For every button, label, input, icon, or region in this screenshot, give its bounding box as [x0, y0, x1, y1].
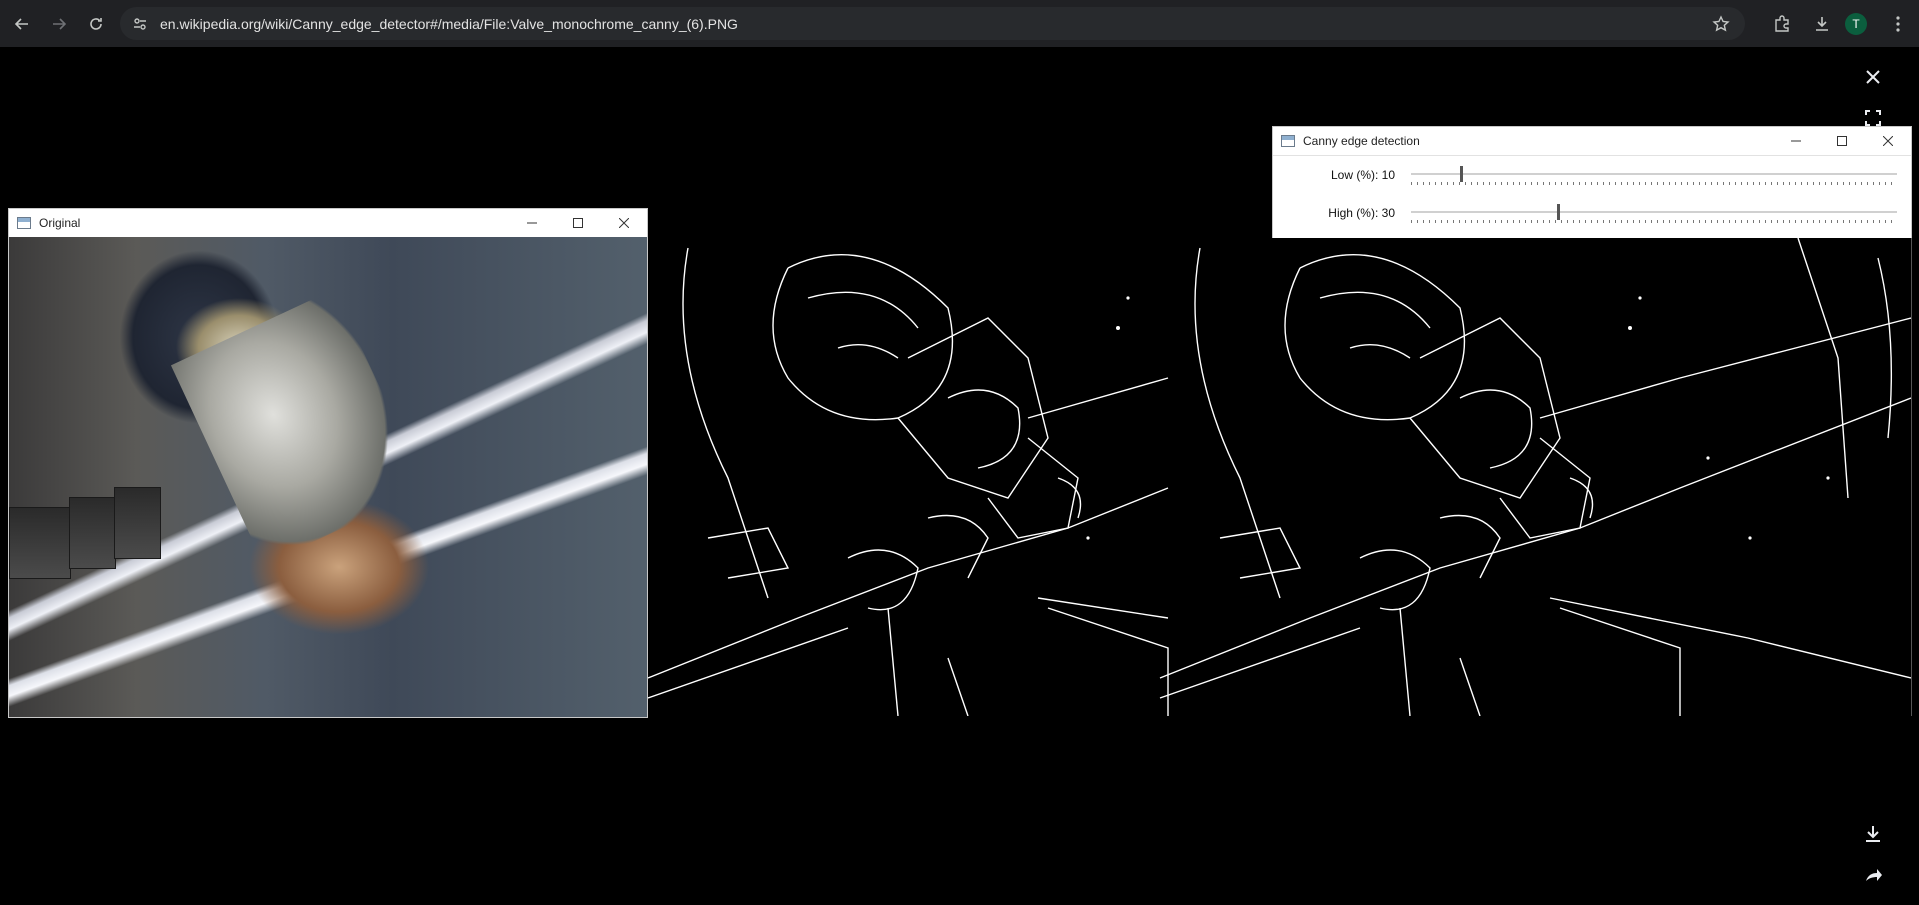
puzzle-icon	[1775, 14, 1789, 32]
window-app-icon	[1281, 135, 1295, 147]
site-info-button[interactable]	[130, 14, 150, 34]
close-button[interactable]	[601, 209, 647, 237]
download-file-button[interactable]	[1856, 817, 1890, 851]
low-threshold-thumb[interactable]	[1459, 166, 1463, 182]
maximize-button[interactable]	[1819, 127, 1865, 155]
minimize-icon	[1791, 140, 1801, 142]
slider-track	[1411, 211, 1897, 213]
forward-button[interactable]	[44, 9, 74, 39]
close-icon	[1866, 70, 1880, 84]
original-window-title: Original	[39, 216, 81, 230]
reload-icon	[90, 17, 102, 30]
back-arrow-icon	[14, 17, 28, 30]
edge-lines	[648, 238, 1911, 716]
close-viewer-button[interactable]	[1856, 60, 1890, 94]
slider-ticks	[1411, 220, 1897, 223]
downloads-button[interactable]	[1805, 7, 1839, 41]
window-app-icon	[17, 217, 31, 229]
share-icon	[1866, 869, 1882, 881]
photo-valve	[170, 289, 428, 565]
canny-edge-output	[648, 238, 1912, 716]
original-photo	[9, 237, 647, 717]
fullscreen-icon	[1865, 110, 1881, 126]
back-button[interactable]	[7, 9, 37, 39]
close-button[interactable]	[1865, 127, 1911, 155]
canny-window: Canny edge detection Low (%): 10 High (%…	[1272, 126, 1912, 238]
bookmark-button[interactable]	[1709, 12, 1733, 36]
minimize-button[interactable]	[1773, 127, 1819, 155]
url-text[interactable]: en.wikipedia.org/wiki/Canny_edge_detecto…	[160, 16, 1709, 32]
address-bar[interactable]: en.wikipedia.org/wiki/Canny_edge_detecto…	[120, 7, 1745, 40]
reload-button[interactable]	[81, 9, 111, 39]
low-threshold-slider[interactable]	[1403, 165, 1905, 185]
extensions-button[interactable]	[1765, 7, 1799, 41]
photo-block	[114, 487, 161, 559]
slider-track	[1411, 173, 1897, 175]
minimize-button[interactable]	[509, 209, 555, 237]
browser-toolbar: en.wikipedia.org/wiki/Canny_edge_detecto…	[0, 0, 1919, 47]
kebab-menu-icon	[1896, 15, 1900, 32]
download-icon	[1816, 16, 1828, 31]
close-icon	[1883, 136, 1893, 146]
tune-icon	[134, 17, 146, 30]
forward-arrow-icon	[53, 17, 67, 30]
share-button[interactable]	[1856, 858, 1890, 892]
maximize-icon	[1837, 136, 1847, 146]
photo-block	[9, 507, 71, 579]
chrome-menu-button[interactable]	[1881, 7, 1915, 41]
minimize-icon	[527, 222, 537, 224]
high-threshold-slider[interactable]	[1403, 203, 1905, 223]
original-titlebar: Original	[9, 209, 647, 238]
low-threshold-row: Low (%): 10	[1273, 156, 1911, 194]
high-threshold-label: High (%): 30	[1328, 206, 1395, 220]
photo-block	[69, 497, 116, 569]
slider-ticks	[1411, 182, 1897, 185]
high-threshold-thumb[interactable]	[1556, 204, 1560, 220]
star-icon	[1712, 14, 1730, 31]
maximize-button[interactable]	[555, 209, 601, 237]
close-icon	[619, 218, 629, 228]
maximize-icon	[573, 218, 583, 228]
canny-window-title: Canny edge detection	[1303, 134, 1420, 148]
high-threshold-row: High (%): 30	[1273, 194, 1911, 232]
canny-titlebar: Canny edge detection	[1273, 127, 1911, 156]
profile-avatar[interactable]: T	[1845, 12, 1867, 35]
original-window: Original	[8, 208, 648, 718]
low-threshold-label: Low (%): 10	[1330, 168, 1395, 182]
download-icon	[1866, 826, 1880, 842]
